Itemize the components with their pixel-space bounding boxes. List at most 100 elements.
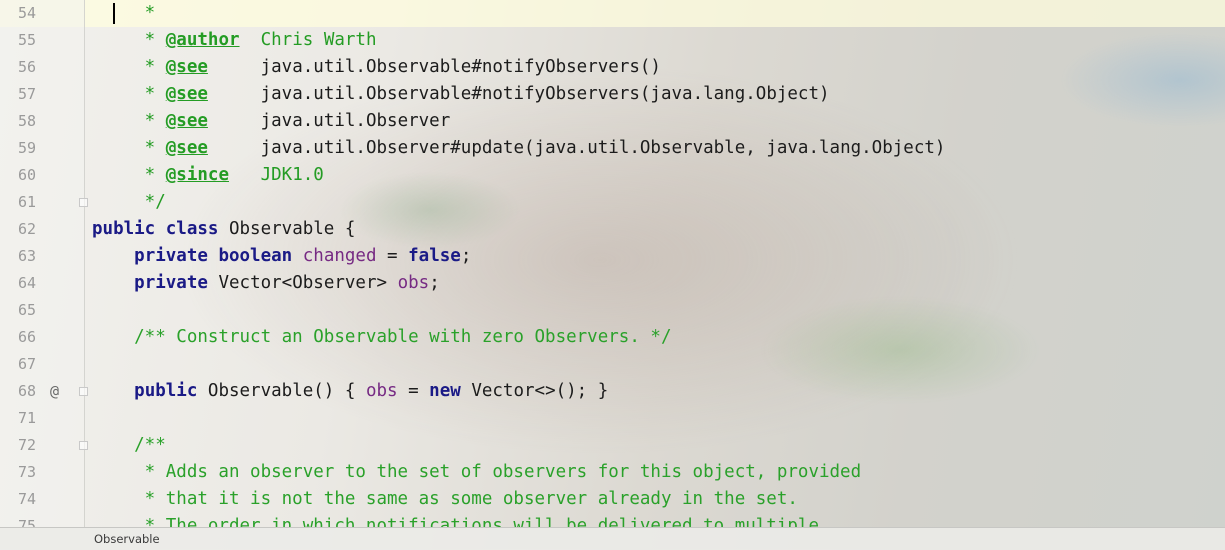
code-token: java.util.Observer#update(java.util.Obse… bbox=[207, 138, 946, 158]
code-line[interactable]: 66 /** Construct an Observable with zero… bbox=[0, 324, 1225, 351]
code-token: = bbox=[376, 246, 409, 266]
code-line[interactable]: 56 * @see java.util.Observable#notifyObs… bbox=[0, 54, 1225, 81]
line-number: 59 bbox=[17, 139, 36, 157]
code-token: java.util.Observable#notifyObservers(jav… bbox=[207, 84, 830, 104]
code-line[interactable]: 75 * The order in which notifications wi… bbox=[0, 513, 1225, 527]
code-token: * bbox=[92, 57, 166, 77]
code-text[interactable]: /** bbox=[92, 432, 166, 459]
code-token: obs bbox=[365, 381, 398, 401]
code-token: public class bbox=[92, 219, 219, 239]
code-text[interactable]: * @see java.util.Observer bbox=[92, 108, 451, 135]
code-line[interactable]: 59 * @see java.util.Observer#update(java… bbox=[0, 135, 1225, 162]
code-token: @since bbox=[165, 165, 229, 185]
line-number: 65 bbox=[17, 301, 36, 319]
code-token: * bbox=[92, 111, 166, 131]
code-text[interactable]: * Adds an observer to the set of observe… bbox=[92, 459, 861, 486]
line-number: 57 bbox=[17, 85, 36, 103]
code-text[interactable]: */ bbox=[92, 189, 166, 216]
code-token: private bbox=[134, 273, 208, 293]
line-number: 58 bbox=[17, 112, 36, 130]
line-number: 67 bbox=[17, 355, 36, 373]
code-line[interactable]: 72 /** bbox=[0, 432, 1225, 459]
code-text[interactable]: * @see java.util.Observer#update(java.ut… bbox=[92, 135, 946, 162]
code-token: @see bbox=[165, 111, 208, 131]
override-marker-icon[interactable]: @ bbox=[50, 378, 59, 405]
code-line[interactable]: 65 bbox=[0, 297, 1225, 324]
fold-toggle-icon[interactable] bbox=[79, 441, 88, 450]
code-token: new bbox=[429, 381, 461, 401]
code-token: java.util.Observer bbox=[207, 111, 451, 131]
code-text[interactable]: * bbox=[92, 0, 156, 27]
code-line[interactable]: 74 * that it is not the same as some obs… bbox=[0, 486, 1225, 513]
code-token: @see bbox=[165, 138, 208, 158]
code-text[interactable]: * @since JDK1.0 bbox=[92, 162, 324, 189]
code-token: Chris Warth bbox=[239, 30, 377, 50]
code-text[interactable]: * that it is not the same as some observ… bbox=[92, 486, 798, 513]
code-token: * The order in which notifications will … bbox=[92, 516, 819, 527]
code-text[interactable]: * @see java.util.Observable#notifyObserv… bbox=[92, 54, 661, 81]
code-line[interactable]: 57 * @see java.util.Observable#notifyObs… bbox=[0, 81, 1225, 108]
code-text[interactable]: public class Observable { bbox=[92, 216, 355, 243]
code-line[interactable]: 68 @ public Observable() { obs = new Vect… bbox=[0, 378, 1225, 405]
code-line[interactable]: 58 * @see java.util.Observer bbox=[0, 108, 1225, 135]
fold-toggle-icon[interactable] bbox=[79, 198, 88, 207]
code-token: public bbox=[134, 381, 198, 401]
line-number: 72 bbox=[17, 436, 36, 454]
line-number: 71 bbox=[17, 409, 36, 427]
code-token: java.util.Observable#notifyObservers() bbox=[207, 57, 661, 77]
code-line[interactable]: 64 private Vector<Observer> obs; bbox=[0, 270, 1225, 297]
line-number: 61 bbox=[17, 193, 36, 211]
code-text[interactable]: private Vector<Observer> obs; bbox=[92, 270, 440, 297]
code-text[interactable]: * @see java.util.Observable#notifyObserv… bbox=[92, 81, 830, 108]
code-token: @see bbox=[165, 84, 208, 104]
line-number: 66 bbox=[17, 328, 36, 346]
code-token: * bbox=[92, 3, 156, 23]
code-token: * bbox=[92, 165, 166, 185]
line-number: 73 bbox=[17, 463, 36, 481]
code-text[interactable]: * @author Chris Warth bbox=[92, 27, 377, 54]
code-text[interactable]: /** Construct an Observable with zero Ob… bbox=[92, 324, 671, 351]
code-token: Observable { bbox=[218, 219, 356, 239]
code-token: = bbox=[397, 381, 430, 401]
code-text[interactable]: private boolean changed = false; bbox=[92, 243, 471, 270]
code-line[interactable]: 63 private boolean changed = false; bbox=[0, 243, 1225, 270]
line-number: 68 bbox=[17, 382, 36, 400]
code-line[interactable]: 61 */ bbox=[0, 189, 1225, 216]
code-token: private boolean bbox=[134, 246, 293, 266]
line-number: 60 bbox=[17, 166, 36, 184]
text-caret bbox=[113, 3, 115, 24]
code-token: Observable() { bbox=[197, 381, 366, 401]
code-line[interactable]: 60 * @since JDK1.0 bbox=[0, 162, 1225, 189]
code-token: /** bbox=[92, 435, 166, 455]
line-number: 74 bbox=[17, 490, 36, 508]
line-number: 54 bbox=[17, 4, 36, 22]
fold-toggle-icon[interactable] bbox=[79, 387, 88, 396]
breadcrumb[interactable]: Observable bbox=[94, 532, 160, 546]
code-line[interactable]: 62 public class Observable { bbox=[0, 216, 1225, 243]
code-token: * Adds an observer to the set of observe… bbox=[92, 462, 862, 482]
line-number: 62 bbox=[17, 220, 36, 238]
code-token: * bbox=[92, 84, 166, 104]
code-line[interactable]: 55 * @author Chris Warth bbox=[0, 27, 1225, 54]
code-token: /** Construct an Observable with zero Ob… bbox=[92, 327, 672, 347]
code-line[interactable]: 71 bbox=[0, 405, 1225, 432]
code-token: Vector<>(); } bbox=[460, 381, 609, 401]
code-line[interactable]: 54 * bbox=[0, 0, 1225, 27]
line-number: 63 bbox=[17, 247, 36, 265]
code-text[interactable]: * The order in which notifications will … bbox=[92, 513, 819, 527]
code-token: * that it is not the same as some observ… bbox=[92, 489, 798, 509]
code-editor[interactable]: 54 * 55 * @author Chris Warth 56 * @see ja… bbox=[0, 0, 1225, 527]
code-line[interactable]: 67 bbox=[0, 351, 1225, 378]
line-number: 64 bbox=[17, 274, 36, 292]
code-text[interactable]: public Observable() { obs = new Vector<>… bbox=[92, 378, 608, 405]
code-token: * bbox=[92, 138, 166, 158]
code-line[interactable]: 73 * Adds an observer to the set of obse… bbox=[0, 459, 1225, 486]
line-number: 75 bbox=[17, 517, 36, 527]
code-token: */ bbox=[92, 192, 166, 212]
status-bar: Observable bbox=[0, 527, 1225, 550]
line-number: 56 bbox=[17, 58, 36, 76]
